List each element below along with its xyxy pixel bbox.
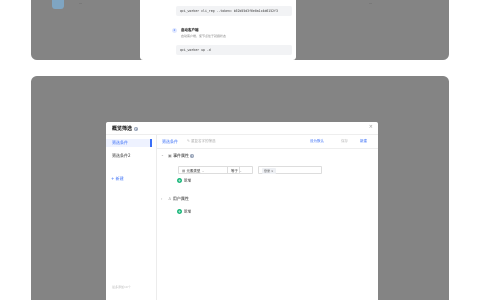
code-block-register[interactable]: qci_worker cli_reg --token= b52b55d3f6e0… <box>176 6 292 16</box>
close-icon[interactable]: × <box>369 124 373 130</box>
value-chip[interactable]: 登录 × <box>262 168 276 174</box>
filter-icon: ▣ <box>168 153 172 158</box>
property-select-value: 元素类型 <box>186 169 201 173</box>
modal-title-text: 概览筛选 <box>112 126 133 132</box>
faint-left-text: … <box>79 1 82 5</box>
help-icon[interactable]: ? <box>133 126 138 131</box>
step-2-badge: 2 <box>172 28 177 33</box>
add-user-condition-label: 新增 <box>184 209 191 214</box>
chevron-down-icon[interactable]: ⌄ <box>161 153 164 157</box>
operator-select[interactable]: 等于 ⌄ <box>227 166 253 174</box>
sidebar-footer-text: 最多添加10个 <box>112 285 131 289</box>
add-event-condition-button[interactable]: + 新增 <box>177 178 191 184</box>
user-attributes-label: 用户属性 <box>172 196 189 201</box>
plus-icon: + <box>177 209 182 214</box>
remove-chip-icon[interactable]: × <box>271 169 274 173</box>
event-attributes-header: ▣ 事件属性 ? <box>168 153 195 159</box>
sidebar-item-filter-1[interactable]: 筛选条件 <box>106 139 152 147</box>
user-attributes-header: ♙ 用户属性 <box>168 196 189 202</box>
set-default-button[interactable]: 设为默认 <box>310 139 324 144</box>
filter-sidebar: 筛选条件 筛选条件2 + 新建 最多添加10个 <box>106 135 157 300</box>
chevron-down-icon: ⌄ <box>239 169 243 173</box>
sidebar-add-button[interactable]: + 新建 <box>111 176 124 182</box>
user-icon: ♙ <box>168 196 172 201</box>
filter-editor: 筛选条件 ✎ 重复名字的筛选 设为默认 保存 新建 ⌄ ▣ 事件属性 ? ▦ 元… <box>157 135 378 300</box>
install-guide-card: qci_worker cli_reg --token= b52b55d3f6e0… <box>140 0 296 60</box>
value-chip-label: 登录 <box>264 169 271 173</box>
event-attributes-label: 事件属性 <box>173 153 190 158</box>
app-thumbnail-icon <box>52 0 64 9</box>
value-multiselect[interactable]: 登录 × <box>258 166 322 174</box>
faint-right-text: … <box>369 1 372 5</box>
code-block-start[interactable]: qci_worker up -d <box>176 45 292 55</box>
plus-icon: + <box>177 178 182 183</box>
filter-toolbar: 筛选条件 ✎ 重复名字的筛选 设为默认 保存 新建 <box>157 135 378 149</box>
add-event-condition-label: 新增 <box>184 178 191 183</box>
step-2-title: 启动客户端 <box>181 28 199 32</box>
add-user-condition-button[interactable]: + 新增 <box>177 209 191 215</box>
element-icon: ▦ <box>182 169 186 173</box>
save-button[interactable]: 保存 <box>341 139 348 144</box>
step-2-description: 启动客户端，使节点处于就绪状态 <box>181 34 227 38</box>
modal-title: 概览筛选 ? <box>112 125 138 132</box>
rename-filter-button[interactable]: ✎ 重复名字的筛选 <box>187 139 216 144</box>
modal-header: 概览筛选 ? × <box>106 122 378 135</box>
operator-select-value: 等于 <box>231 169 238 173</box>
chevron-right-icon[interactable]: › <box>161 197 162 201</box>
new-button[interactable]: 新建 <box>360 139 367 144</box>
tab-filter-name[interactable]: 筛选条件 <box>162 139 178 145</box>
sidebar-item-filter-2[interactable]: 筛选条件2 <box>106 152 152 160</box>
info-icon[interactable]: ? <box>190 154 195 158</box>
chevron-down-icon: ⌄ <box>201 169 205 173</box>
filter-modal: 概览筛选 ? × 筛选条件 筛选条件2 + 新建 最多添加10个 筛选条件 ✎ … <box>106 122 378 300</box>
